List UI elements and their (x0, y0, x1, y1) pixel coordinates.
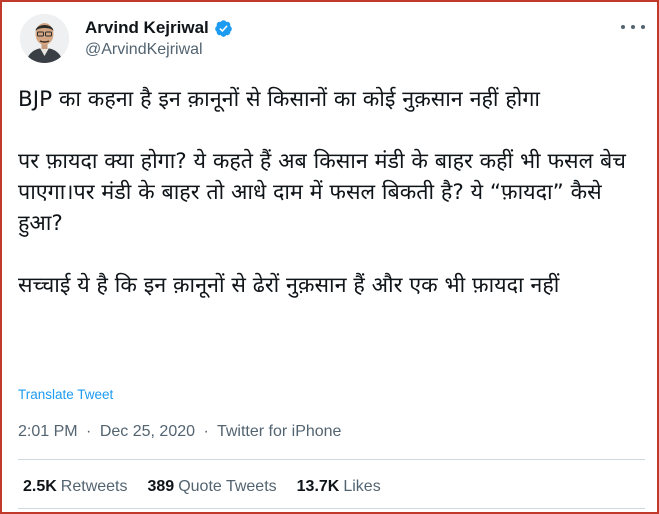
translate-tweet-link[interactable]: Translate Tweet (18, 387, 113, 402)
tweet-date[interactable]: Dec 25, 2020 (100, 423, 195, 440)
tweet-meta: 2:01 PM · Dec 25, 2020 · Twitter for iPh… (18, 423, 341, 441)
retweets-stat[interactable]: 2.5K Retweets (23, 478, 128, 496)
divider (18, 459, 645, 460)
author-display-name[interactable]: Arvind Kejriwal (85, 18, 209, 38)
quote-tweets-stat[interactable]: 389 Quote Tweets (148, 478, 277, 496)
tweet-text: BJP का कहना है इन क़ानूनों से किसानों का… (18, 84, 648, 332)
divider (18, 508, 645, 509)
tweet-time[interactable]: 2:01 PM (18, 423, 78, 440)
avatar-portrait-icon (20, 14, 69, 63)
likes-label: Likes (343, 478, 381, 495)
tweet-card: Arvind Kejriwal @ArvindKejriwal BJP का क… (0, 0, 659, 514)
meta-separator: · (203, 423, 209, 440)
tweet-paragraph: सच्चाई ये है कि इन क़ानूनों से ढेरों नुक… (18, 273, 560, 298)
likes-count: 13.7K (296, 478, 340, 495)
verified-badge-icon (214, 19, 233, 38)
tweet-paragraph: पर फ़ायदा क्या होगा? ये कहते हैं अब किसा… (18, 149, 626, 236)
engagement-stats: 2.5K Retweets 389 Quote Tweets 13.7K Likes (23, 478, 381, 496)
author-handle[interactable]: @ArvindKejriwal (85, 41, 203, 59)
likes-stat[interactable]: 13.7K Likes (297, 478, 381, 496)
author-name-row: Arvind Kejriwal (85, 18, 233, 38)
tweet-paragraph: BJP का कहना है इन क़ानूनों से किसानों का… (18, 87, 540, 112)
more-options-icon[interactable] (621, 19, 645, 35)
quote-tweets-label: Quote Tweets (178, 478, 277, 495)
tweet-source[interactable]: Twitter for iPhone (217, 423, 342, 440)
quote-tweets-count: 389 (147, 478, 175, 495)
profile-avatar[interactable] (20, 14, 69, 63)
retweets-label: Retweets (60, 478, 128, 495)
meta-separator: · (86, 423, 92, 440)
retweets-count: 2.5K (23, 478, 57, 495)
